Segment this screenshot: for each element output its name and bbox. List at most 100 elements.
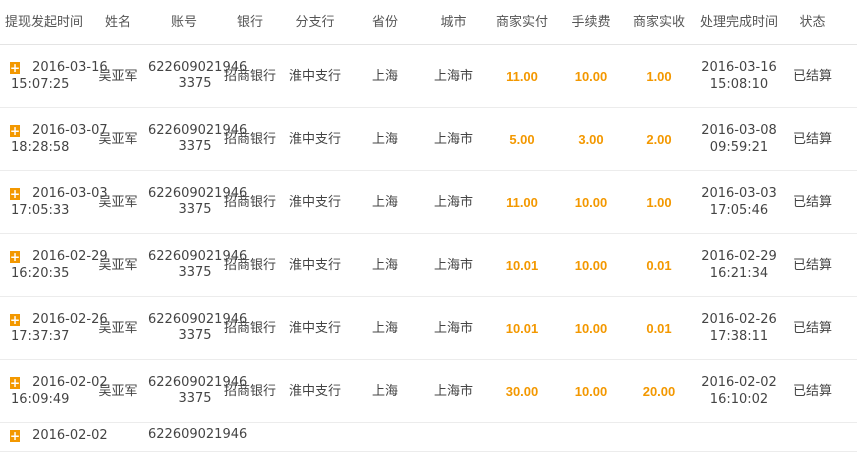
expand-plus-icon[interactable]: +: [10, 187, 21, 200]
expand-plus-icon[interactable]: +: [10, 376, 21, 389]
merchant-received-cell: 1.00: [646, 68, 672, 84]
account-line-2: 3375: [178, 328, 212, 343]
merchant-received-cell: 20.00: [642, 383, 676, 399]
province-cell: 上海: [371, 257, 398, 273]
complete-time: 16:21:34: [709, 266, 769, 281]
complete-time: 09:59:21: [709, 140, 769, 155]
start-time-cell: +2016-02-26 17:37:37: [0, 311, 108, 345]
start-time: 18:28:58: [11, 140, 70, 155]
start-date: 2016-02-02: [32, 428, 108, 443]
account-cell: 622609021946 3375: [148, 123, 248, 155]
complete-time: 16:10:02: [709, 392, 769, 407]
province-cell: 上海: [371, 68, 398, 84]
merchant-received-cell: 0.01: [646, 257, 672, 273]
fee-cell: 10.00: [574, 320, 608, 336]
fee-cell: 10.00: [574, 194, 608, 210]
table-row: +2016-02-02 16:09:49 吴亚军 622609021946 337…: [0, 360, 857, 423]
header-account: 账号: [170, 14, 197, 30]
branch-cell: 淮中支行: [288, 257, 341, 273]
complete-date: 2016-03-03: [701, 186, 777, 201]
complete-date: 2016-02-26: [701, 312, 777, 327]
account-line-1: 622609021946: [148, 249, 248, 264]
account-line-2: 3375: [178, 76, 212, 91]
bank-cell: 招商银行: [223, 194, 276, 210]
header-fee: 手续费: [571, 14, 611, 30]
merchant-paid-cell: 5.00: [509, 131, 535, 147]
account-cell: 622609021946 3375: [148, 249, 248, 281]
fee-cell: 10.00: [574, 257, 608, 273]
merchant-paid-cell: 11.00: [506, 194, 538, 210]
account-line-1: 622609021946: [148, 123, 248, 138]
account-line-1: 622609021946: [148, 312, 248, 327]
header-name: 姓名: [104, 14, 131, 30]
start-time-cell: +2016-03-16 15:07:25: [0, 59, 108, 93]
header-complete-time: 处理完成时间: [699, 14, 778, 30]
branch-cell: 淮中支行: [288, 131, 341, 147]
fee-cell: 10.00: [574, 383, 608, 399]
branch-cell: 淮中支行: [288, 68, 341, 84]
header-merchant-received: 商家实收: [632, 14, 685, 30]
province-cell: 上海: [371, 194, 398, 210]
complete-date: 2016-02-02: [701, 375, 777, 390]
start-time: 16:09:49: [11, 392, 70, 407]
expand-plus-icon[interactable]: +: [10, 61, 21, 74]
province-cell: 上海: [371, 320, 398, 336]
city-cell: 上海市: [433, 194, 473, 210]
bank-cell: 招商银行: [223, 257, 276, 273]
start-date: 2016-03-07: [32, 123, 108, 138]
merchant-paid-cell: 10.01: [505, 257, 539, 273]
complete-time-cell: 2016-03-16 15:08:10: [693, 59, 785, 93]
start-date: 2016-02-02: [32, 375, 108, 390]
complete-date: 2016-03-16: [701, 60, 777, 75]
status-cell: 已结算: [792, 68, 832, 84]
account-cell: 622609021946 3375: [148, 312, 248, 344]
table-row: +2016-03-16 15:07:25 吴亚军 622609021946 337…: [0, 45, 857, 108]
account-line-2: 3375: [178, 391, 212, 406]
header-start-time: 提现发起时间: [4, 14, 83, 30]
complete-time-cell: 2016-02-26 17:38:11: [693, 311, 785, 345]
account-line-1: 622609021946: [148, 375, 248, 390]
expand-plus-icon[interactable]: +: [10, 313, 21, 326]
fee-cell: 10.00: [574, 68, 608, 84]
city-cell: 上海市: [433, 68, 473, 84]
header-province: 省份: [371, 14, 398, 30]
city-cell: 上海市: [433, 131, 473, 147]
bank-cell: 招商银行: [223, 68, 276, 84]
account-line-1: 622609021946: [148, 427, 248, 442]
status-cell: 已结算: [792, 257, 832, 273]
start-time: 15:07:25: [11, 77, 70, 92]
branch-cell: 淮中支行: [288, 383, 341, 399]
branch-cell: 淮中支行: [288, 320, 341, 336]
start-time: 17:05:33: [11, 203, 70, 218]
complete-time-cell: 2016-03-03 17:05:46: [693, 185, 785, 219]
bank-cell: 招商银行: [223, 131, 276, 147]
account-cell: 622609021946 3375: [148, 375, 248, 407]
city-cell: 上海市: [433, 257, 473, 273]
start-date: 2016-02-26: [32, 312, 108, 327]
header-branch: 分支行: [295, 14, 335, 30]
merchant-paid-cell: 11.00: [506, 68, 538, 84]
complete-date: 2016-03-08: [701, 123, 777, 138]
header-bank: 银行: [236, 14, 263, 30]
account-line-2: 3375: [178, 139, 212, 154]
table-header: 提现发起时间 姓名 账号 银行 分支行 省份 城市 商家实付 手续费 商家实收 …: [0, 0, 857, 45]
status-cell: 已结算: [792, 194, 832, 210]
start-time-cell: +2016-02-02: [0, 427, 108, 444]
start-time-cell: +2016-02-02 16:09:49: [0, 374, 108, 408]
expand-plus-icon[interactable]: +: [10, 429, 21, 442]
expand-plus-icon[interactable]: +: [10, 250, 21, 263]
account-line-1: 622609021946: [148, 186, 248, 201]
start-time-cell: +2016-03-03 17:05:33: [0, 185, 108, 219]
city-cell: 上海市: [433, 383, 473, 399]
complete-time: 17:05:46: [709, 203, 769, 218]
merchant-received-cell: 2.00: [646, 131, 672, 147]
table-row: +2016-02-29 16:20:35 吴亚军 622609021946 337…: [0, 234, 857, 297]
fee-cell: 3.00: [578, 131, 604, 147]
complete-date: 2016-02-29: [701, 249, 777, 264]
start-time-cell: +2016-03-07 18:28:58: [0, 122, 108, 156]
status-cell: 已结算: [792, 131, 832, 147]
account-cell: 622609021946: [148, 427, 248, 443]
province-cell: 上海: [371, 131, 398, 147]
expand-plus-icon[interactable]: +: [10, 124, 21, 137]
start-time-cell: +2016-02-29 16:20:35: [0, 248, 108, 282]
